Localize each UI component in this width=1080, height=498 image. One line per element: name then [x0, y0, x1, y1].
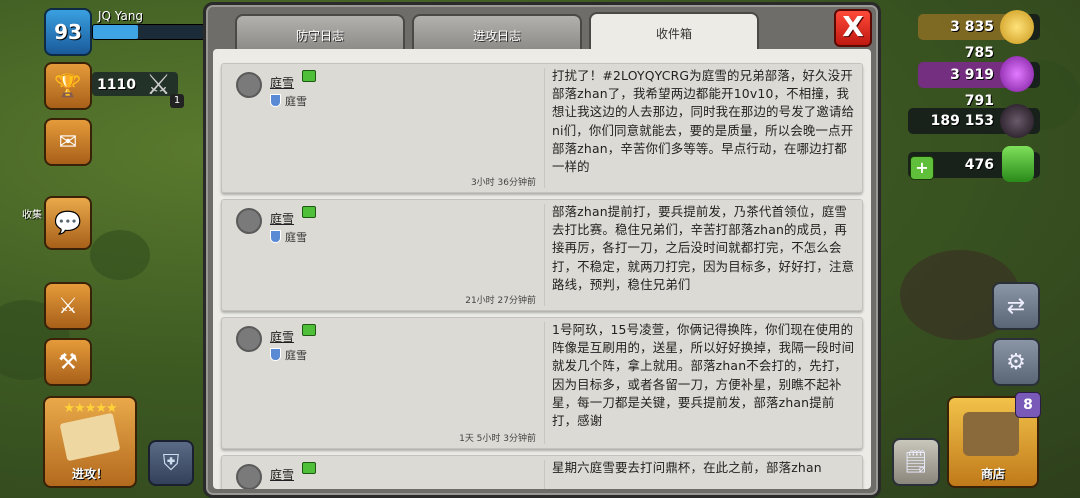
crossed-swords-icon[interactable]: ⚔ [146, 68, 171, 101]
builder-icon[interactable]: ⚒ [44, 338, 92, 386]
message-time: 1天 5小时 3分钟前 [459, 434, 536, 444]
sender-name[interactable]: 庭雪 [270, 466, 294, 483]
player-name: JQ Yang [98, 9, 144, 23]
tab-defense-log[interactable]: 防守日志 [235, 14, 405, 50]
mail-icon[interactable] [302, 462, 316, 474]
clan-name: 庭雪 [285, 95, 307, 108]
divider [544, 68, 545, 188]
message-body: 星期六庭雪要去打问鼎杯，在此之前，部落zhan [552, 460, 822, 475]
gem-icon [1002, 146, 1034, 182]
mail-icon[interactable] [302, 206, 316, 218]
clan-name: 庭雪 [285, 349, 307, 362]
message-item[interactable]: 庭雪 庭雪 3小时 36分钟前 打扰了！#2LOYQYCRG为庭雪的兄弟部落，好… [221, 63, 863, 193]
clan-badge-icon [270, 348, 281, 361]
avatar [236, 326, 262, 352]
message-item[interactable]: 庭雪 庭雪 21小时 27分钟前 部落zhan提前打，要兵提前发，乃茶代首领位，… [221, 199, 863, 311]
avatar [236, 72, 262, 98]
message-time: 3小时 36分钟前 [470, 178, 536, 188]
shop-label: 商店 [980, 467, 1005, 481]
message-time: 21小时 27分钟前 [465, 296, 536, 306]
sword-battle-icon[interactable]: ⚔ [44, 282, 92, 330]
mail-icon[interactable] [302, 70, 316, 82]
player-level-badge[interactable]: 93 [44, 8, 92, 56]
gold-coin-icon [1000, 10, 1034, 44]
gold-amount: 3 835 785 [950, 19, 994, 61]
avatar [236, 464, 262, 489]
chat-icon[interactable]: 💬 [44, 196, 92, 250]
mail-icon[interactable] [302, 324, 316, 336]
shop-button[interactable]: 8 商店 [947, 392, 1041, 488]
elixir-amount: 3 919 791 [950, 67, 994, 109]
avatar [236, 208, 262, 234]
hammer-gold-icon [963, 412, 1019, 456]
side-label: 收集 [22, 210, 42, 221]
dark-elixir-amount: 189 153 [930, 113, 994, 129]
trophy-count: 1110 [97, 77, 136, 93]
tab-inbox[interactable]: 收件箱 [589, 12, 759, 51]
clan-badge-icon [270, 230, 281, 243]
message-body: 打扰了！#2LOYQYCRG为庭雪的兄弟部落，好久没开部落zhan了，我希望两边… [552, 68, 855, 175]
attack-label: 进攻！ [71, 467, 108, 481]
tab-attack-log[interactable]: 进攻日志 [412, 14, 582, 50]
dark-elixir-drop-icon [1000, 104, 1034, 138]
trophy-icon[interactable]: 🏆 [44, 62, 92, 110]
clan-badge-icon [270, 94, 281, 107]
message-body: 1号阿玖，15号凌萱，你俩记得换阵，你们现在使用的阵像是互刷用的，送星，所以好好… [552, 322, 855, 429]
layout-notes-icon[interactable]: 🗒 [892, 438, 940, 486]
edit-layout-icon[interactable]: ⇄ [992, 282, 1040, 330]
message-item[interactable]: 庭雪 庭雪 1天 5小时 3分钟前 1号阿玖，15号凌萱，你俩记得换阵，你们现在… [221, 317, 863, 449]
attack-count-badge: 1 [170, 94, 184, 108]
xp-bar [92, 24, 206, 40]
elixir-drop-icon [1000, 56, 1034, 92]
sender-name[interactable]: 庭雪 [270, 328, 294, 345]
message-body: 部落zhan提前打，要兵提前发，乃茶代首领位，庭雪去打比赛。稳住兄弟们，辛苦打部… [552, 204, 855, 292]
message-item[interactable]: 庭雪 星期六庭雪要去打问鼎杯，在此之前，部落zhan [221, 455, 863, 489]
divider [544, 322, 545, 444]
shield-icon[interactable]: ⛨ [148, 440, 194, 486]
sender-name[interactable]: 庭雪 [270, 74, 294, 91]
map-icon [59, 412, 121, 462]
gems-amount: 476 [964, 157, 994, 173]
message-list[interactable]: 庭雪 庭雪 3小时 36分钟前 打扰了！#2LOYQYCRG为庭雪的兄弟部落，好… [213, 49, 871, 489]
sender-name[interactable]: 庭雪 [270, 210, 294, 227]
divider [544, 204, 545, 306]
shop-badge: 8 [1015, 392, 1041, 418]
add-gems-button[interactable]: + [910, 156, 934, 180]
mail-panel: 防守日志 进攻日志 收件箱 X 庭雪 庭雪 3小时 36分钟前 打扰了！#2LO… [203, 2, 881, 498]
clan-name: 庭雪 [285, 231, 307, 244]
close-button[interactable]: X [834, 9, 872, 47]
stars-icon: ★★★★★ [63, 401, 117, 416]
attack-button[interactable]: ★★★★★ 进攻！ [43, 396, 137, 488]
divider [544, 460, 545, 489]
settings-gear-icon[interactable]: ⚙ [992, 338, 1040, 386]
mail-icon[interactable]: ✉ [44, 118, 92, 166]
